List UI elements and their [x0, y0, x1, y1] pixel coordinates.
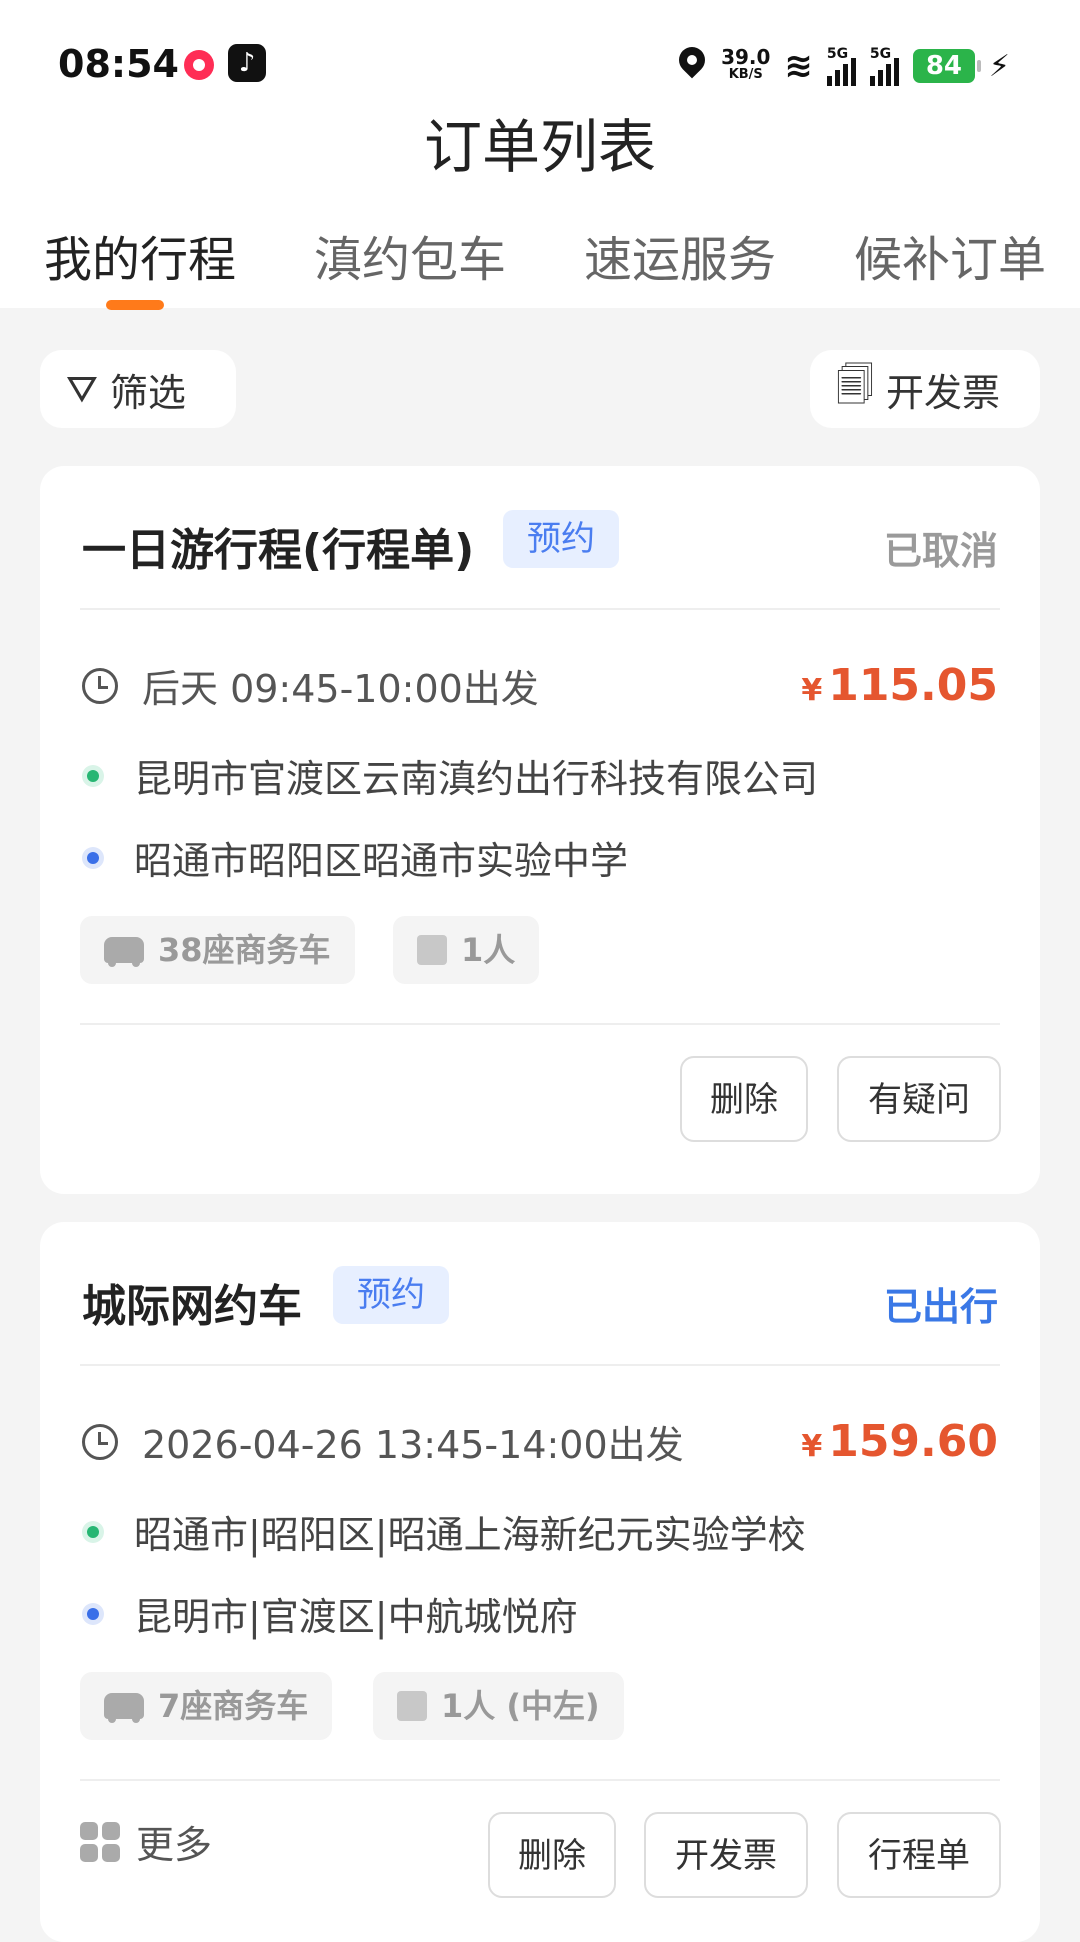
charging-icon: ⚡ — [988, 48, 1010, 84]
order-card[interactable]: 一日游行程(行程单) 预约 已取消 后天 09:45-10:00出发 ¥115.… — [40, 466, 1040, 1194]
seat-icon — [417, 935, 447, 965]
vehicle-chip: 7座商务车 — [80, 1672, 333, 1740]
tab-charter[interactable]: 滇约包车 — [314, 220, 506, 290]
app-notification-icon — [184, 50, 214, 80]
more-button[interactable]: 更多 — [80, 1814, 212, 1869]
page-title: 订单列表 — [423, 113, 656, 181]
active-tab-indicator — [106, 300, 164, 310]
passenger-chip: 1人 — [393, 916, 540, 984]
tiktok-icon: ♪ — [228, 44, 266, 82]
tab-bar: 我的行程 滇约包车 速运服务 候补订单 — [0, 220, 1080, 310]
top-area: 08:54 ♪ 39.0 KB/S ≋ 5G 5G 84 ⚡ 订单列表 我的行程… — [0, 0, 1080, 310]
departure-time: 2026-04-26 13:45-14:00出发 — [82, 1414, 684, 1469]
start-dot-icon — [82, 1520, 104, 1543]
end-address: 昭通市昭阳区昭通市实验中学 — [82, 830, 628, 885]
filter-icon: ⛛ — [66, 366, 98, 411]
start-dot-icon — [82, 764, 104, 787]
battery-icon: 84 — [912, 49, 981, 83]
filter-button[interactable]: ⛛ 筛选 — [40, 350, 236, 428]
divider — [80, 1364, 1000, 1366]
invoice-button[interactable]: 🗐 开发票 — [810, 350, 1040, 428]
tab-express[interactable]: 速运服务 — [584, 220, 776, 290]
tab-waitlist[interactable]: 候补订单 — [854, 220, 1046, 290]
location-icon — [677, 47, 707, 85]
grid-icon — [80, 1821, 120, 1862]
order-title: 城际网约车 — [82, 1281, 302, 1332]
tab-my-trips[interactable]: 我的行程 — [44, 220, 236, 290]
status-bar: 08:54 ♪ 39.0 KB/S ≋ 5G 5G 84 ⚡ — [0, 38, 1080, 94]
order-title: 一日游行程(行程单) — [82, 525, 475, 576]
start-address: 昭通市|昭阳区|昭通上海新纪元实验学校 — [82, 1504, 806, 1559]
wifi-icon: ≋ — [784, 46, 813, 86]
end-dot-icon — [82, 846, 104, 869]
net-speed: 39.0 KB/S — [721, 45, 771, 82]
invoice-action-button[interactable]: 开发票 — [644, 1812, 808, 1898]
order-price: ¥115.05 — [801, 660, 998, 711]
divider — [80, 1023, 1000, 1025]
invoice-icon: 🗐 — [836, 362, 874, 407]
question-button[interactable]: 有疑问 — [837, 1056, 1001, 1142]
order-type-tag: 预约 — [503, 510, 619, 568]
divider — [80, 1779, 1000, 1781]
end-address: 昆明市|官渡区|中航城悦府 — [82, 1586, 578, 1641]
status-time: 08:54 — [58, 42, 179, 86]
end-dot-icon — [82, 1602, 104, 1625]
car-icon — [104, 937, 144, 967]
signal-icon: 5G — [826, 46, 856, 86]
passenger-chip: 1人 (中左) — [373, 1672, 624, 1740]
order-price: ¥159.60 — [801, 1416, 998, 1467]
itinerary-button[interactable]: 行程单 — [837, 1812, 1001, 1898]
car-icon — [104, 1693, 144, 1723]
divider — [80, 608, 1000, 610]
start-address: 昆明市官渡区云南滇约出行科技有限公司 — [82, 748, 818, 803]
signal-icon: 5G — [869, 46, 899, 86]
order-type-tag: 预约 — [333, 1266, 449, 1324]
clock-icon — [82, 667, 118, 704]
order-status: 已取消 — [883, 529, 998, 573]
order-status: 已出行 — [883, 1285, 998, 1329]
clock-icon — [82, 1423, 118, 1460]
order-card[interactable]: 城际网约车 预约 已出行 2026-04-26 13:45-14:00出发 ¥1… — [40, 1222, 1040, 1942]
status-icons: 39.0 KB/S ≋ 5G 5G 84 ⚡ — [677, 42, 1010, 90]
vehicle-chip: 38座商务车 — [80, 916, 355, 984]
delete-button[interactable]: 删除 — [488, 1812, 616, 1898]
seat-icon — [397, 1691, 427, 1721]
departure-time: 后天 09:45-10:00出发 — [82, 658, 539, 713]
delete-button[interactable]: 删除 — [680, 1056, 808, 1142]
